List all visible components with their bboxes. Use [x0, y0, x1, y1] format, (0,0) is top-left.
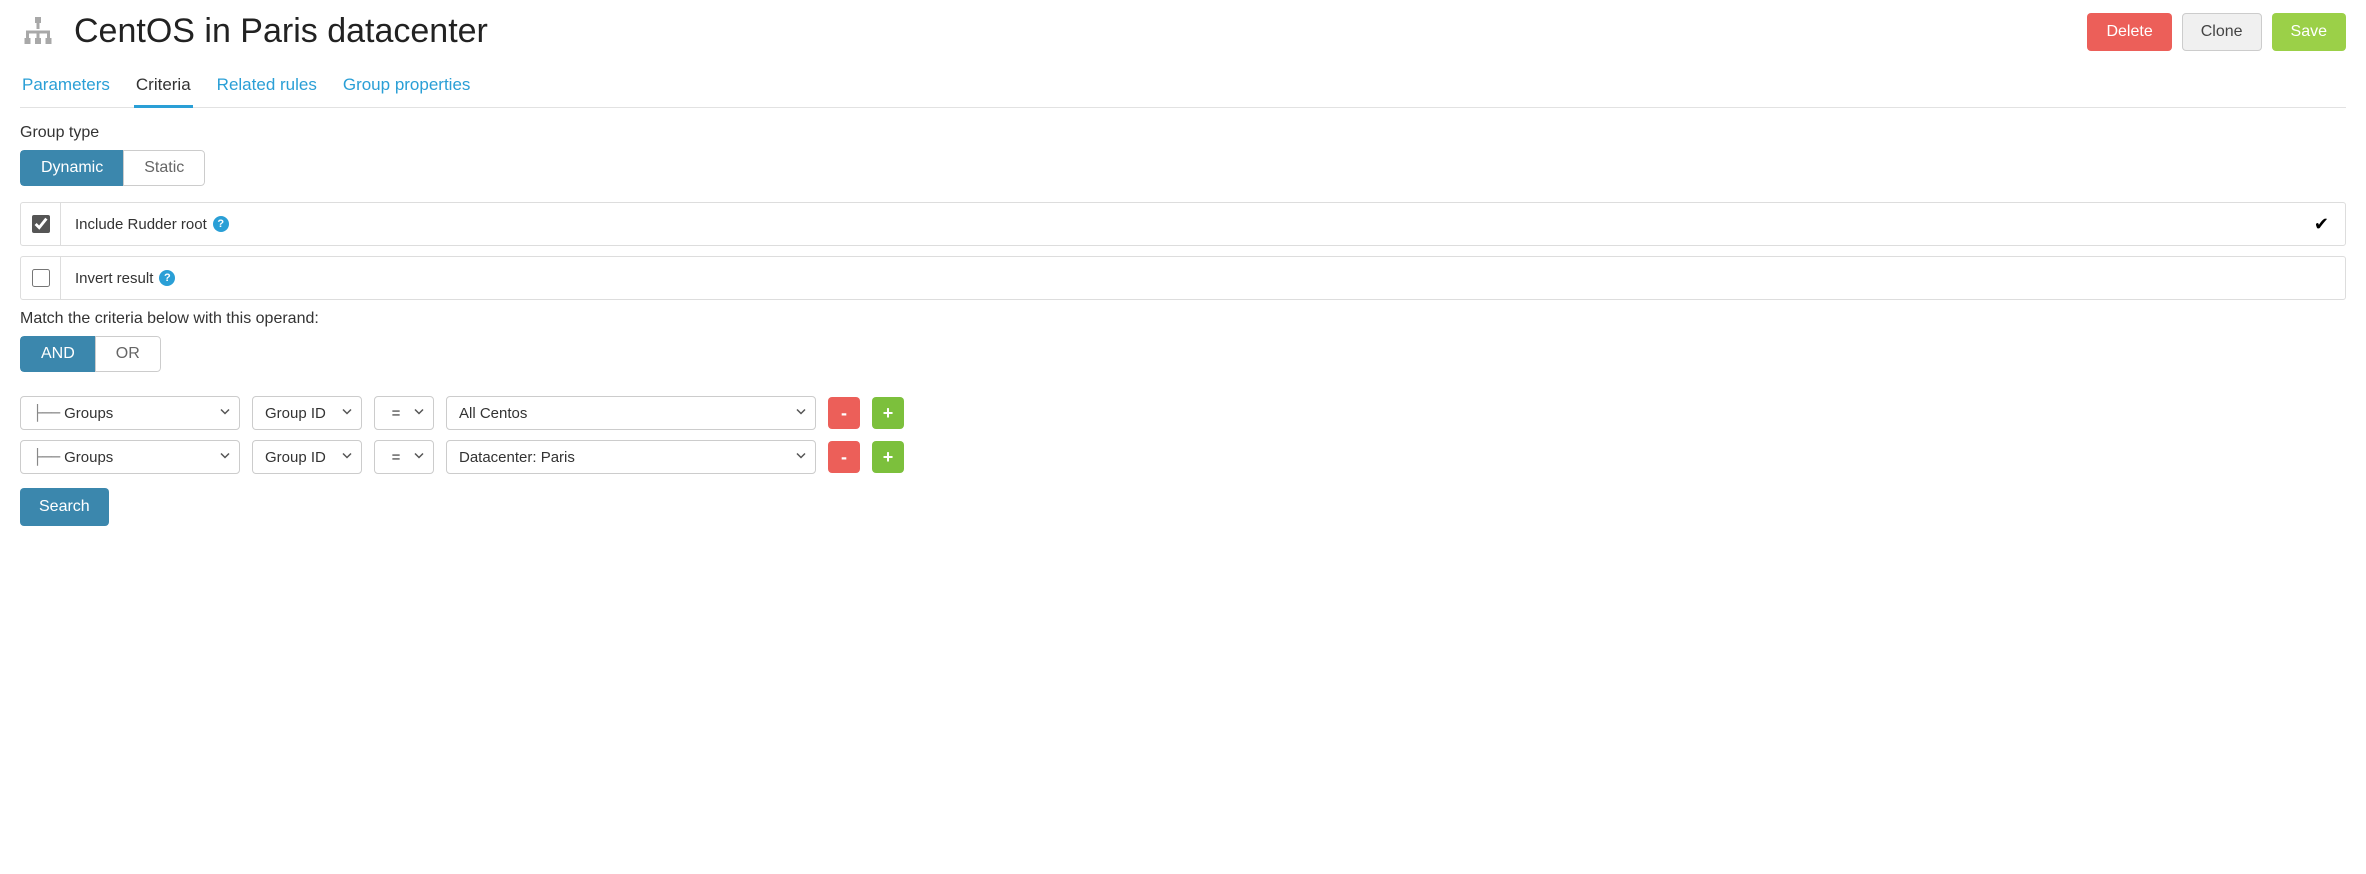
invert-result-row: Invert result ? [20, 256, 2346, 300]
search-button[interactable]: Search [20, 488, 109, 526]
group-type-toggle: Dynamic Static [20, 150, 205, 186]
add-criteria-button[interactable]: + [872, 441, 904, 473]
criteria-value-select[interactable]: All Centos [446, 396, 816, 430]
criteria-attribute-select[interactable]: Group ID [252, 440, 362, 474]
operand-toggle: AND OR [20, 336, 161, 372]
check-icon: ✔ [2298, 214, 2345, 235]
include-root-checkbox-cell [21, 203, 61, 245]
page-title: CentOS in Paris datacenter [74, 12, 488, 51]
invert-result-checkbox[interactable] [32, 269, 50, 287]
criteria-operator-select[interactable]: = [374, 396, 434, 430]
tree-prefix: ├── [33, 448, 60, 466]
group-type-label: Group type [20, 124, 2346, 142]
tab-criteria[interactable]: Criteria [134, 69, 193, 108]
tab-related-rules[interactable]: Related rules [215, 69, 319, 108]
criteria-operator-value: = [387, 405, 405, 422]
save-button[interactable]: Save [2272, 13, 2346, 51]
criteria-category-select[interactable]: ├── Groups [20, 440, 240, 474]
criteria-value-text: All Centos [459, 405, 527, 422]
criteria-rows: ├── Groups Group ID = All Centos - + [20, 396, 2346, 474]
help-icon[interactable]: ? [159, 270, 175, 286]
operand-and[interactable]: AND [20, 336, 95, 372]
criteria-row: ├── Groups Group ID = All Centos - + [20, 396, 2346, 430]
page-header: CentOS in Paris datacenter Delete Clone … [20, 12, 2346, 51]
chevron-down-icon [795, 449, 807, 466]
invert-result-label-wrap: Invert result ? [61, 270, 2345, 287]
sitemap-icon [20, 14, 56, 50]
include-root-row: Include Rudder root ? ✔ [20, 202, 2346, 246]
help-icon[interactable]: ? [213, 216, 229, 232]
chevron-down-icon [341, 405, 353, 422]
clone-button[interactable]: Clone [2182, 13, 2262, 51]
criteria-value-text: Datacenter: Paris [459, 449, 575, 466]
invert-result-label: Invert result [75, 270, 153, 287]
include-root-label: Include Rudder root [75, 216, 207, 233]
title-wrap: CentOS in Paris datacenter [20, 12, 488, 51]
chevron-down-icon [413, 405, 425, 422]
criteria-attribute-select[interactable]: Group ID [252, 396, 362, 430]
chevron-down-icon [413, 449, 425, 466]
group-type-static[interactable]: Static [123, 150, 205, 186]
include-root-checkbox[interactable] [32, 215, 50, 233]
delete-button[interactable]: Delete [2087, 13, 2171, 51]
criteria-value-select[interactable]: Datacenter: Paris [446, 440, 816, 474]
operand-label: Match the criteria below with this opera… [20, 310, 2346, 328]
criteria-category-value: Groups [64, 405, 113, 422]
tabs: Parameters Criteria Related rules Group … [20, 69, 2346, 108]
criteria-category-value: Groups [64, 449, 113, 466]
chevron-down-icon [341, 449, 353, 466]
tab-group-properties[interactable]: Group properties [341, 69, 473, 108]
add-criteria-button[interactable]: + [872, 397, 904, 429]
remove-criteria-button[interactable]: - [828, 397, 860, 429]
invert-result-checkbox-cell [21, 257, 61, 299]
tree-prefix: ├── [33, 404, 60, 422]
chevron-down-icon [219, 405, 231, 422]
group-type-dynamic[interactable]: Dynamic [20, 150, 123, 186]
remove-criteria-button[interactable]: - [828, 441, 860, 473]
tab-parameters[interactable]: Parameters [20, 69, 112, 108]
include-root-label-wrap: Include Rudder root ? [61, 216, 2298, 233]
criteria-operator-value: = [387, 449, 405, 466]
chevron-down-icon [795, 405, 807, 422]
criteria-operator-select[interactable]: = [374, 440, 434, 474]
criteria-attribute-value: Group ID [265, 449, 326, 466]
criteria-category-select[interactable]: ├── Groups [20, 396, 240, 430]
chevron-down-icon [219, 449, 231, 466]
header-actions: Delete Clone Save [2087, 13, 2346, 51]
criteria-attribute-value: Group ID [265, 405, 326, 422]
operand-or[interactable]: OR [95, 336, 161, 372]
criteria-row: ├── Groups Group ID = Datacenter: Paris … [20, 440, 2346, 474]
